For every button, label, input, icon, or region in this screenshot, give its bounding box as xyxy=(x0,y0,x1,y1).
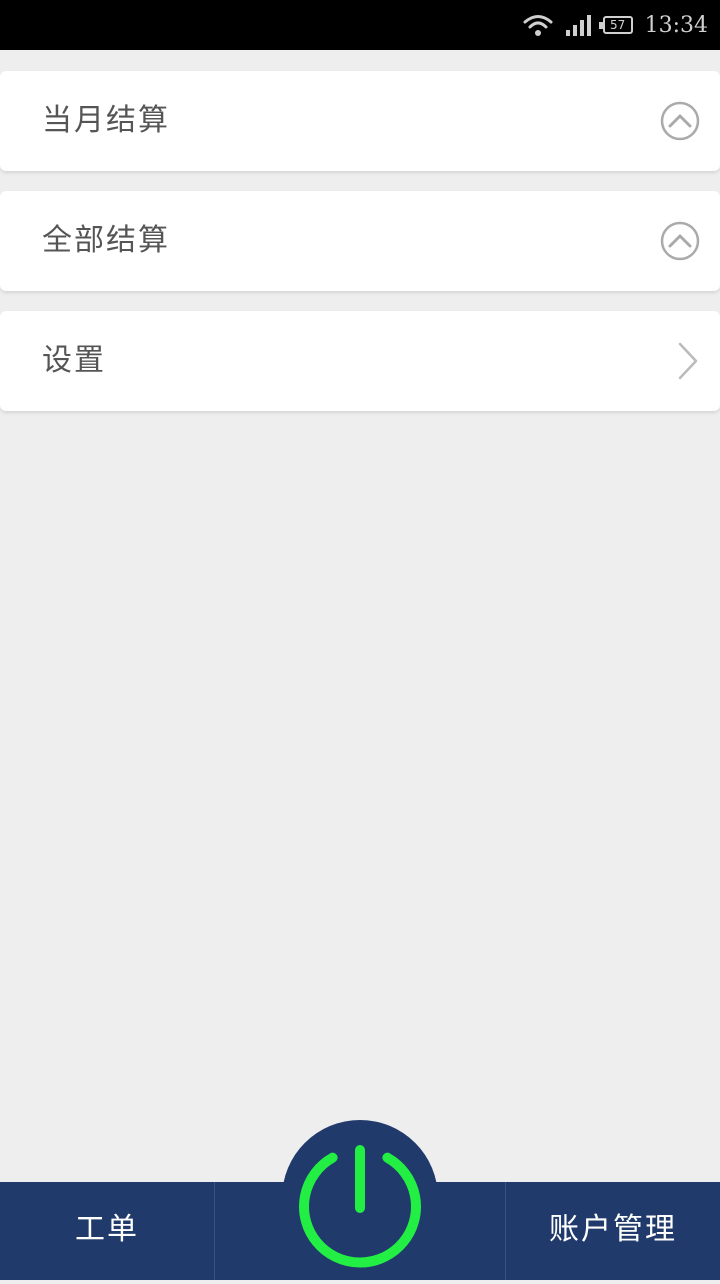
menu-item-all-settlement[interactable]: 全部结算 xyxy=(0,191,720,291)
battery-icon: 57 xyxy=(598,16,633,34)
wifi-icon xyxy=(523,15,553,36)
menu-item-label: 全部结算 xyxy=(42,223,170,258)
status-bar: 57 13:34 xyxy=(0,0,720,50)
power-button[interactable] xyxy=(282,1120,438,1280)
battery-level: 57 xyxy=(609,18,626,32)
nav-divider xyxy=(214,1182,215,1280)
status-icons: 57 13:34 xyxy=(523,0,708,50)
tab-work-order[interactable]: 工单 xyxy=(0,1182,214,1280)
menu-item-settings[interactable]: 设置 xyxy=(0,311,720,411)
chevron-right-icon xyxy=(678,342,698,380)
chevron-up-circle-icon xyxy=(660,101,700,141)
menu-item-label: 设置 xyxy=(42,343,106,378)
tab-account-management[interactable]: 账户管理 xyxy=(506,1182,720,1280)
signal-icon xyxy=(565,15,591,36)
menu-item-label: 当月结算 xyxy=(42,103,170,138)
power-icon xyxy=(299,1145,421,1268)
menu-item-monthly-settlement[interactable]: 当月结算 xyxy=(0,71,720,171)
clock: 13:34 xyxy=(644,12,708,38)
chevron-up-circle-icon xyxy=(660,221,700,261)
